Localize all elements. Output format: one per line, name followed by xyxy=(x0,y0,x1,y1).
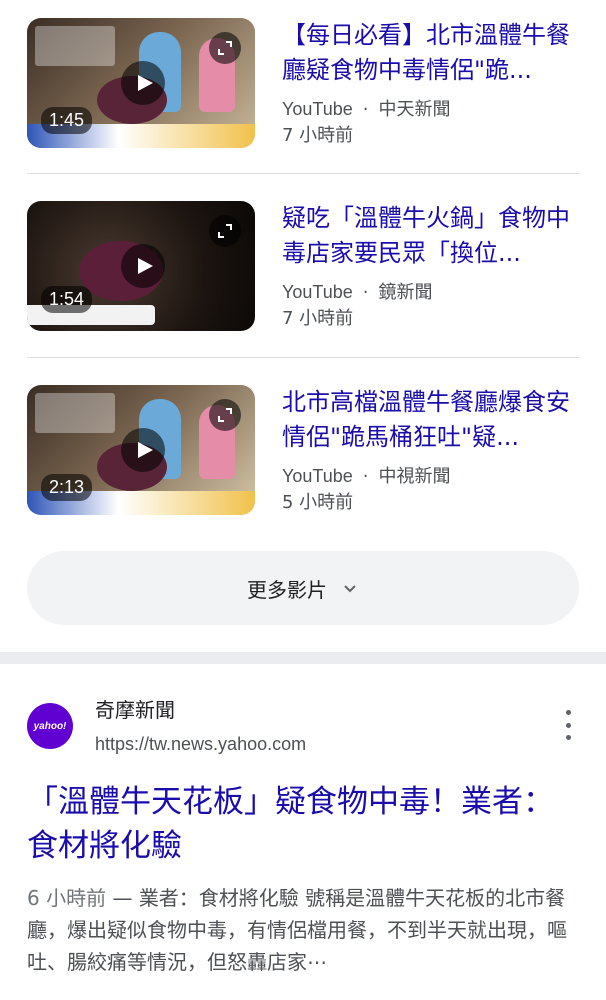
video-title[interactable]: 疑吃「溫體牛火鍋」食物中毒店家要民眾「換位... xyxy=(282,201,582,271)
expand-icon[interactable] xyxy=(209,32,241,64)
video-title[interactable]: 北市高檔溫體牛餐廳爆食安情侶"跪馬桶狂吐"疑... xyxy=(282,385,582,455)
play-icon[interactable] xyxy=(121,244,165,288)
snippet-separator: — xyxy=(106,886,139,910)
video-channel: 中視新聞 xyxy=(378,466,451,487)
video-duration: 2:13 xyxy=(41,474,93,501)
video-channel: 鏡新聞 xyxy=(378,282,433,303)
video-platform: YouTube xyxy=(282,466,353,486)
thumbnail-logo xyxy=(35,393,115,433)
video-time: 7 小時前 xyxy=(282,308,354,329)
video-platform: YouTube xyxy=(282,99,353,119)
video-duration: 1:54 xyxy=(41,286,93,313)
video-platform: YouTube xyxy=(282,282,353,302)
result-snippet: 6 小時前 — 業者：食材將化驗 號稱是溫體牛天花板的北市餐廳，爆出疑似食物中毒… xyxy=(27,882,579,978)
thumbnail-logo xyxy=(35,26,115,66)
site-url[interactable]: https://tw.news.yahoo.com xyxy=(95,734,306,755)
more-vert-icon[interactable] xyxy=(556,710,580,740)
more-videos-button[interactable]: 更多影片 xyxy=(27,551,579,625)
snippet-date: 6 小時前 xyxy=(27,886,107,910)
video-title[interactable]: 【每日必看】北市溫體牛餐廳疑食物中毒情侶"跪... xyxy=(282,18,582,88)
video-channel: 中天新聞 xyxy=(378,99,451,120)
play-icon[interactable] xyxy=(121,428,165,472)
site-name[interactable]: 奇摩新聞 xyxy=(95,694,175,723)
separator-dot: · xyxy=(362,282,369,303)
chevron-down-icon xyxy=(341,579,359,597)
expand-icon[interactable] xyxy=(209,399,241,431)
play-icon[interactable] xyxy=(121,61,165,105)
site-favicon: yahoo! xyxy=(27,703,73,749)
video-thumbnail[interactable]: 1:45 xyxy=(27,18,255,148)
section-separator xyxy=(0,652,606,664)
result-title[interactable]: 「溫體牛天花板」疑食物中毒！業者：食材將化驗 xyxy=(27,780,567,868)
search-result[interactable]: yahoo! 奇摩新聞 https://tw.news.yahoo.com 「溫… xyxy=(0,664,606,1000)
video-result[interactable]: 2:13 北市高檔溫體牛餐廳爆食安情侶"跪馬桶狂吐"疑... YouTube · 中… xyxy=(27,385,579,515)
separator-dot: · xyxy=(362,466,369,487)
video-thumbnail[interactable]: 1:54 xyxy=(27,201,255,331)
expand-icon[interactable] xyxy=(209,215,241,247)
divider xyxy=(27,173,579,174)
video-time: 7 小時前 xyxy=(282,125,354,146)
video-result[interactable]: 1:54 疑吃「溫體牛火鍋」食物中毒店家要民眾「換位... YouTube · 鏡新… xyxy=(27,201,579,331)
more-videos-label: 更多影片 xyxy=(247,577,327,602)
separator-dot: · xyxy=(362,99,369,120)
video-thumbnail[interactable]: 2:13 xyxy=(27,385,255,515)
video-result[interactable]: 1:45 【每日必看】北市溫體牛餐廳疑食物中毒情侶"跪... YouTube · 中… xyxy=(27,18,579,148)
divider xyxy=(27,357,579,358)
video-duration: 1:45 xyxy=(41,107,93,134)
video-time: 5 小時前 xyxy=(282,492,354,513)
